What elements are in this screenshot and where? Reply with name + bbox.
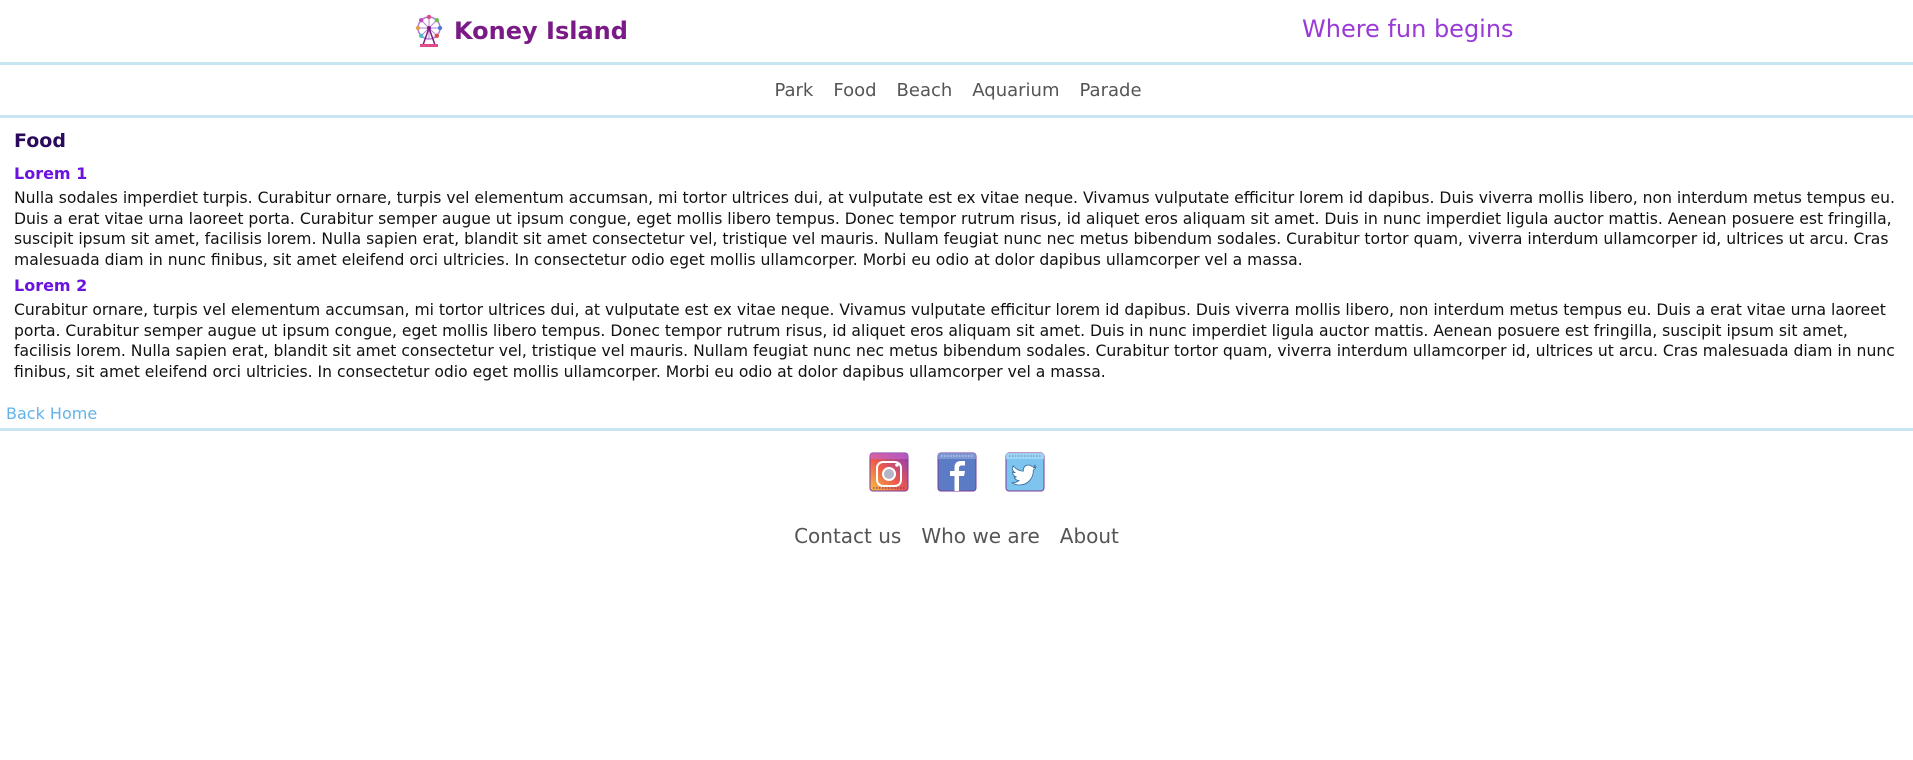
back-home-link[interactable]: Back Home xyxy=(6,404,1913,428)
main-nav: Park Food Beach Aquarium Parade xyxy=(0,65,1913,115)
twitter-icon[interactable] xyxy=(1005,452,1045,492)
nav-item-aquarium[interactable]: Aquarium xyxy=(972,80,1059,101)
ferris-wheel-icon xyxy=(414,14,444,48)
section-title: Lorem 1 xyxy=(14,164,88,183)
site-header: Koney Island Where fun begins xyxy=(0,0,1913,62)
footer-links: Contact us Who we are About xyxy=(0,516,1913,556)
section-title: Lorem 2 xyxy=(14,276,88,295)
nav-item-food[interactable]: Food xyxy=(833,80,876,101)
social-links xyxy=(0,431,1913,516)
nav-item-park[interactable]: Park xyxy=(774,80,813,101)
main-content: Food Lorem 1 Nulla sodales imperdiet tur… xyxy=(0,118,1913,382)
who-we-are-link[interactable]: Who we are xyxy=(921,524,1039,548)
about-link[interactable]: About xyxy=(1060,524,1119,548)
brand[interactable]: Koney Island xyxy=(414,13,628,49)
page-title: Food xyxy=(14,130,66,152)
facebook-icon[interactable] xyxy=(937,452,977,492)
nav-item-beach[interactable]: Beach xyxy=(897,80,953,101)
contact-us-link[interactable]: Contact us xyxy=(794,524,901,548)
instagram-icon[interactable] xyxy=(869,452,909,492)
section-body: Nulla sodales imperdiet turpis. Curabitu… xyxy=(14,189,1895,269)
section-body: Curabitur ornare, turpis vel elementum a… xyxy=(14,301,1895,381)
brand-title: Koney Island xyxy=(454,17,628,45)
tagline: Where fun begins xyxy=(1302,15,1514,43)
nav-item-parade[interactable]: Parade xyxy=(1080,80,1142,101)
